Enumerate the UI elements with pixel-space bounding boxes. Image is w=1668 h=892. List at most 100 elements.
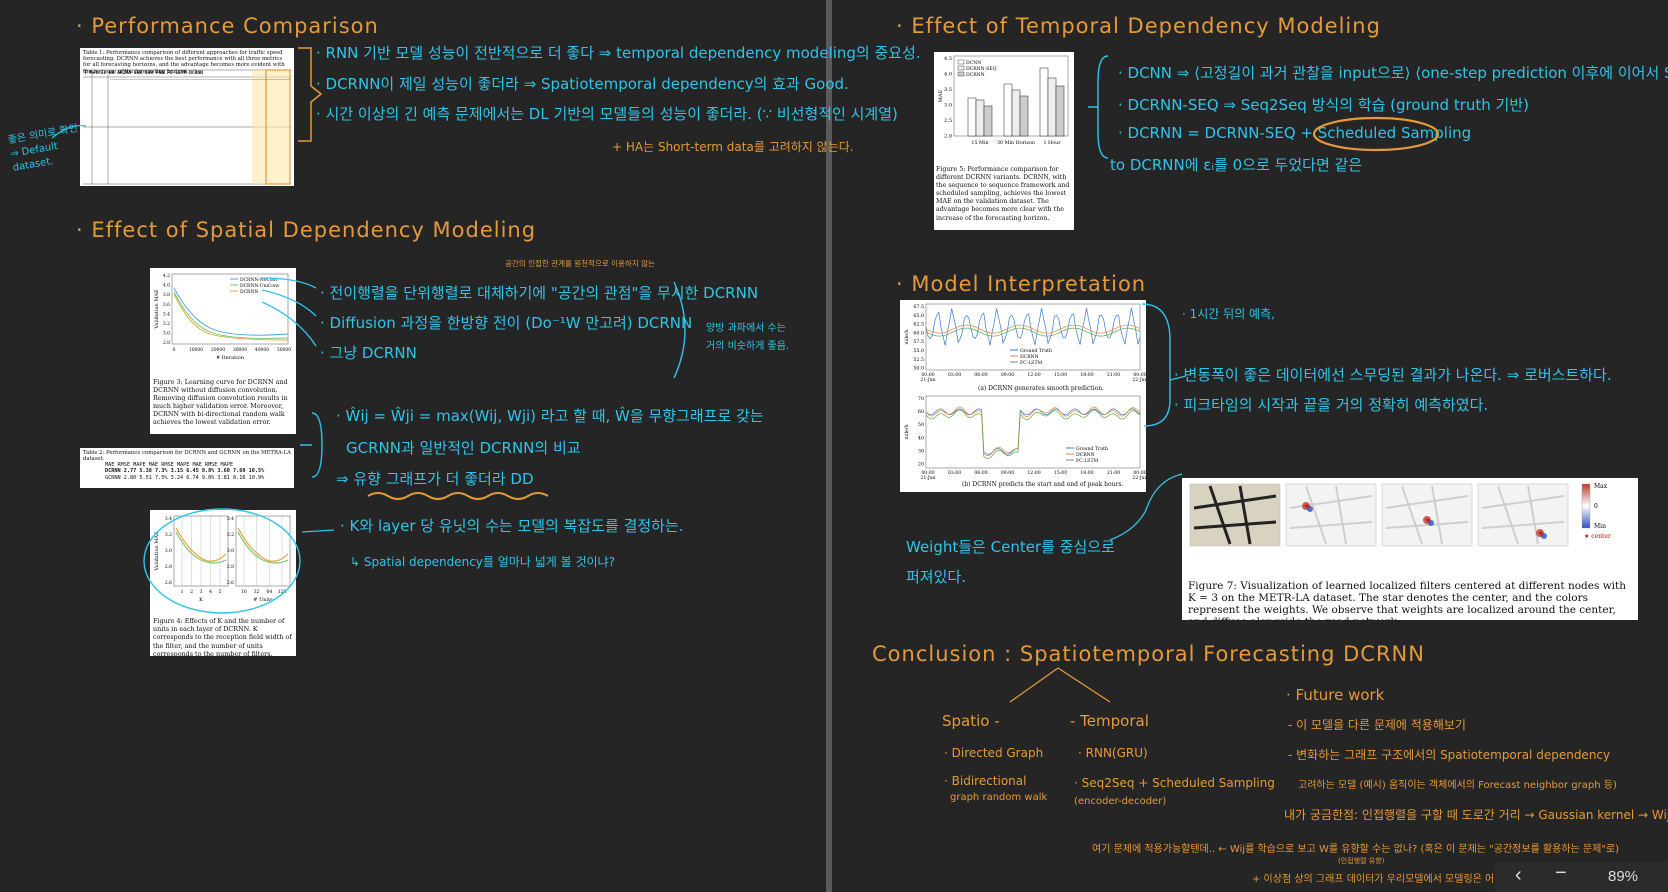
table1-rows: T Metric HA ARIMA VAR SVR FNN FC-LSTM DC… [80, 71, 294, 77]
zoom-toolbar: ‹ − 89% [1495, 862, 1668, 892]
section-title-spatial: · Effect of Spatial Dependency Modeling [76, 218, 537, 242]
fig3-ytick: 2.8 [163, 340, 170, 346]
spatio-item-bidirectional: · Bidirectional [944, 774, 1027, 788]
fig6-xtick: 09:00 [1001, 372, 1014, 378]
fig6-ytick: 20 [918, 461, 924, 467]
fig7-center-star: ★ [1425, 517, 1430, 524]
fig6-xsub: 21-Jun [920, 377, 935, 383]
circle-fig4 [143, 508, 301, 614]
figure5: 4.5 4.0 3.5 3.0 2.5 2.0 MAE 15 Min 30 Min Horizo… [934, 52, 1074, 230]
fig6-ytick: 40 [918, 435, 924, 441]
circle-scheduled-sampling [1312, 116, 1440, 152]
fig6-ytick: 67.5 [913, 304, 924, 310]
spatio-item-directed: · Directed Graph [944, 746, 1044, 760]
fig5-ytick: 3.0 [944, 103, 952, 109]
fig6-xtick: 03:00 [948, 372, 961, 378]
fig7-map-panel [1285, 483, 1377, 547]
fig7-colorbar [1581, 483, 1591, 529]
fig5-ytick: 2.5 [944, 118, 952, 124]
note-one-hour: · 1시간 뒤의 예측, [1182, 307, 1275, 321]
fig5-bar [1055, 85, 1065, 137]
figure6-chart: 67.565.062.560.057.555.052.550.000:00 03:… [904, 303, 1146, 481]
fig5-legend-label: DCRNN-SEQ [966, 66, 997, 72]
fig6-ytick: 65.0 [913, 313, 924, 319]
fig5-ylabel: MAE [938, 89, 944, 102]
minus-icon[interactable]: − [1555, 862, 1567, 885]
fig5-ytick: 2.0 [944, 134, 952, 140]
fig6-xtick: 06:00 [974, 372, 987, 378]
zoom-level[interactable]: 89% [1608, 868, 1638, 885]
note-spatial-range: ↳ Spatial dependency를 얼마나 넓게 볼 것이냐? [350, 555, 615, 569]
fig5-legend-label: DCRNN [966, 72, 985, 78]
note-dcrnn-seq: · DCRNN-SEQ ⇒ Seq2Seq 방식의 학습 (ground tru… [1118, 96, 1529, 114]
fig3-legend-label: DCRNN [240, 289, 258, 295]
table2-rows: MAE RMSE MAPE MAE RMSE MAPE MAE RMSE MAP… [105, 462, 264, 481]
arrow-fig7 [1109, 473, 1183, 541]
fig6-legend-label: Ground Truth [1076, 446, 1108, 452]
fig6-xtick: 12:00 [1027, 470, 1040, 476]
fig6-xtick: 09:00 [1001, 470, 1014, 476]
page-divider[interactable] [826, 0, 832, 892]
note-k-units: · K와 layer 당 유닛의 수는 모델의 복잡도를 결정하는. [340, 517, 684, 535]
fig6-xsub: 21-Jun [920, 475, 935, 481]
fig3-ytick: 4.0 [163, 283, 170, 289]
arrow-fig4 [301, 529, 335, 533]
fig5-bar [983, 105, 993, 137]
fig5-bar [1019, 95, 1029, 137]
fig5-bar [975, 99, 985, 137]
note-dcnn: · DCNN ⇒ ⟨고정길이 과거 관찰을 input으로⟩ ⟨one-step… [1118, 64, 1668, 82]
fig7-legend-min: Min [1594, 523, 1606, 530]
note-peak: · 피크타임의 시작과 끝을 거의 정확히 예측하였다. [1174, 396, 1489, 414]
figure3-caption: Figure 3: Learning curve for DCRNN and D… [153, 378, 288, 427]
fig6-legend-label: DCRNN [1076, 452, 1095, 458]
fig6-ytick: 50 [918, 422, 924, 428]
future-item-dynamic-graph: - 변화하는 그래프 구조에서의 Spatiotemporal dependen… [1288, 748, 1611, 762]
fig3-ytick: 3.6 [163, 302, 170, 308]
fig3-xtick: 20000 [211, 347, 225, 353]
arrow-side-note [51, 124, 87, 139]
fig3-ytick: 3.8 [163, 292, 170, 298]
fig6-legend-label: FC-LSTM [1076, 458, 1099, 464]
note-gcrnn-compare: GCRNN과 일반적인 DCRNN의 비교 [346, 439, 581, 457]
question-line1: 내가 궁금한점: 인접행렬을 구할 때 도로간 거리 → Gaussian ke… [1284, 808, 1668, 822]
fig6-ylabel: mile/h [904, 329, 910, 344]
fig5-bar [967, 97, 977, 137]
bracket-spatial [673, 281, 686, 379]
fig5-ytick: 3.5 [944, 87, 952, 93]
fig6-axes [925, 395, 1141, 469]
figure7: ★ ★ ★ Max 0 Min ★ center Figure 7: Visualizati… [1182, 478, 1638, 620]
fig6-xtick: 15:00 [1054, 470, 1067, 476]
figure7-chart: ★ ★ ★ Max 0 Min ★ center [1189, 483, 1611, 547]
table1-figure: Table 1: Performance comparison of diffe… [80, 48, 294, 186]
fig6-ytick: 60 [918, 409, 924, 415]
figure7-caption: Figure 7: Visualization of learned local… [1188, 580, 1627, 620]
fig6-legend-label: FC-LSTM [1020, 360, 1043, 366]
fig6-ytick: 30 [918, 448, 924, 454]
question-line3: + 이상점 상의 그래프 데이터가 우리모델에서 모델링은 어 [1252, 874, 1495, 885]
fig6-xtick: 15:00 [1054, 372, 1067, 378]
fig3-xlabel: # Iteration [216, 355, 245, 361]
note-weights-center: Weight들은 Center를 중심으로 퍼져있다. [906, 538, 1115, 586]
section-title-temporal: · Effect of Temporal Dependency Modeling [896, 14, 1381, 38]
fig5-xtick: 15 Min [971, 140, 988, 146]
fig3-xtick: 0 [173, 347, 176, 353]
bracket-table2 [300, 412, 323, 478]
table2-row: GCRNN 2.80 5.51 7.5% 3.24 6.74 9.0% 3.81… [105, 474, 265, 481]
note-directed-better: ⇒ 유향 그래프가 더 좋더라 DD [336, 470, 534, 488]
chevron-left-icon[interactable]: ‹ [1515, 864, 1522, 887]
fig7-map-panel [1189, 483, 1281, 547]
fig5-legend-swatch [957, 71, 965, 77]
figure4-caption: Figure 4: Effects of K and the number of… [153, 617, 292, 656]
note-dcrnn: · 그냥 DCRNN [320, 344, 417, 362]
fig5-legend-swatch [957, 65, 965, 71]
figure5-caption: Figure 5: Performance comparison for dif… [936, 166, 1070, 222]
fig5-ytick: 4.5 [944, 56, 952, 62]
figure6a-caption: (a) DCRNN generates smooth prediction. [978, 385, 1104, 392]
note-similar-perf: 양방 과파에서 수는 거의 비슷하게 좋음. [706, 323, 790, 352]
temporal-label: - Temporal [1070, 712, 1149, 730]
fig3-ytick: 4.2 [163, 273, 170, 279]
fig3-ylabel: Validation MAE [154, 289, 160, 330]
fig6-ytick: 52.5 [913, 357, 924, 363]
temporal-item-rnn: · RNN(GRU) [1078, 746, 1148, 760]
fig3-ytick: 3.0 [163, 331, 170, 337]
